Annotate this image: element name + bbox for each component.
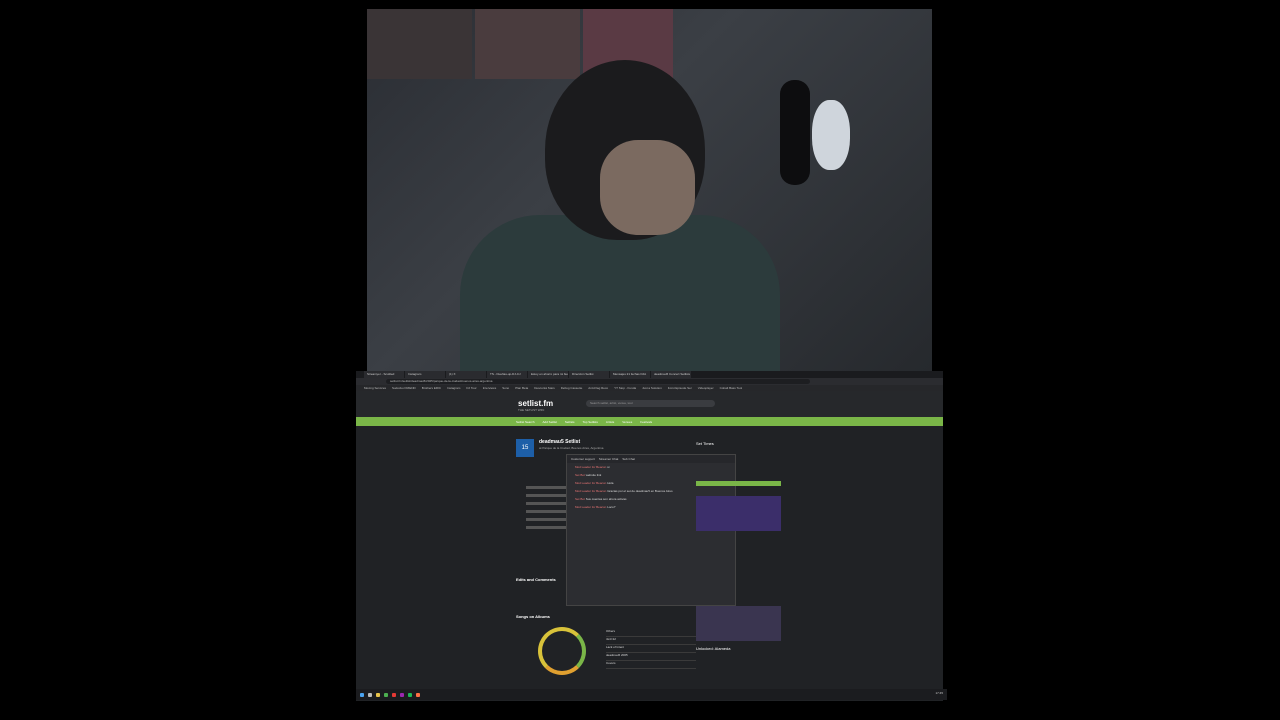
microphone — [780, 80, 810, 185]
bookmark[interactable]: Sudocku FRIEND — [392, 386, 416, 390]
site-header: setlist.fm THE SETLIST WIKI Search setli… — [356, 391, 943, 417]
app-icon[interactable] — [392, 692, 396, 697]
browser-tab[interactable]: TS - Dueñas-up-DJ-CJ — [487, 371, 527, 378]
taskbar-clock: 17:45 — [935, 691, 943, 695]
sidebar-button[interactable] — [696, 481, 781, 486]
songs-on-albums-title: Songs on Albums — [516, 614, 550, 619]
browser-tabbar: Streamyer - Scuttled Instagram (1) X TS … — [356, 371, 943, 378]
nav-item[interactable]: Setlists — [565, 420, 575, 424]
chat-author: Mod Leader for Beacon — [575, 489, 607, 493]
list-item[interactable] — [526, 510, 566, 513]
artist-image[interactable] — [696, 496, 781, 531]
browser-tab[interactable]: deadmau5 Concert Setlists — [651, 371, 691, 378]
setlist-title: deadmau5 Setlist — [539, 439, 581, 445]
streamer-face — [600, 140, 695, 235]
app-icon[interactable] — [384, 692, 388, 697]
chat-author: Mod Leader for Beacon — [575, 465, 607, 469]
video-title[interactable]: Unlocked: Alameda — [696, 646, 781, 651]
bookmark[interactable]: DJ Tour — [466, 386, 476, 390]
site-tagline: THE SETLIST WIKI — [518, 408, 545, 412]
legend-item[interactable]: Covers — [606, 661, 696, 669]
song-list — [526, 481, 566, 534]
set-times-title: Set Times — [696, 441, 714, 446]
app-icon[interactable] — [400, 692, 404, 697]
bookmark[interactable]: Moving Services — [364, 386, 386, 390]
album-legend: Others 4x4=12 Lack of Intent deadmau5 20… — [606, 629, 696, 669]
chat-author: Set Bot — [575, 497, 585, 501]
nav-item[interactable]: Festivals — [640, 420, 652, 424]
bookmark[interactable]: Descontá Stars — [534, 386, 555, 390]
browser-tab[interactable]: Estoy en ahorro para mi bucle — [528, 371, 568, 378]
bookmark[interactable]: Videoplayer — [698, 386, 714, 390]
chat-tab[interactable]: Customer support — [571, 457, 595, 461]
date-badge: 15 — [516, 439, 534, 457]
wall-poster — [367, 9, 472, 79]
legend-item[interactable]: 4x4=12 — [606, 637, 696, 645]
browser-tab[interactable]: Mensajes 21 fechas DJA — [610, 371, 650, 378]
chat-author: Mod Leader for Beacon — [575, 481, 607, 485]
video-thumbnail[interactable] — [696, 606, 781, 641]
app-icon[interactable] — [416, 692, 420, 697]
bookmark[interactable]: Brothers ERIC — [422, 386, 441, 390]
bookmark[interactable]: Cobalt Bass Tool — [720, 386, 742, 390]
browser-tab[interactable]: Dirección Setlist — [569, 371, 609, 378]
bookmark[interactable]: Just a Solution — [642, 386, 662, 390]
app-icon[interactable] — [408, 692, 412, 697]
site-search-input[interactable]: Search setlist, artist, venue, tour — [586, 400, 715, 407]
browser-tab[interactable]: (1) X — [446, 371, 486, 378]
browser-tab[interactable]: Streamyer - Scuttled — [364, 371, 404, 378]
list-item[interactable] — [526, 518, 566, 521]
taskbar: 17:45 — [356, 689, 947, 700]
list-item[interactable] — [526, 486, 566, 489]
chat-text: Gracias por el set de deadmau5 en Buenos… — [607, 489, 673, 493]
nav-item[interactable]: Setlist Search — [516, 420, 535, 424]
legend-item[interactable]: deadmau5 2005 — [606, 653, 696, 661]
legend-item[interactable]: Lack of Intent — [606, 645, 696, 653]
site-navbar: Setlist Search Add Setlist Setlists Top … — [356, 417, 943, 426]
plush-toy — [812, 100, 850, 170]
wall-poster — [475, 9, 580, 79]
chat-author: Set Bot — [575, 473, 585, 477]
nav-item[interactable]: Add Setlist — [543, 420, 557, 424]
bookmark[interactable]: Debug Cassette — [561, 386, 583, 390]
search-icon[interactable] — [368, 692, 372, 697]
bookmark[interactable]: Sono — [502, 386, 509, 390]
browser-tab[interactable]: Instagram — [405, 371, 445, 378]
edits-title: Edits and Comments — [516, 577, 556, 582]
nav-item[interactable]: Top Setlists — [583, 420, 598, 424]
list-item[interactable] — [526, 494, 566, 497]
nav-item[interactable]: Venues — [622, 420, 632, 424]
screen-share: Streamyer - Scuttled Instagram (1) X TS … — [356, 371, 943, 701]
chat-tab[interactable]: Sub Chat — [622, 457, 635, 461]
chat-text: Sus cuentas son ahora activas — [585, 497, 627, 501]
nav-item[interactable]: Artists — [606, 420, 614, 424]
url-input[interactable]: setlist.fm/setlist/deadmau5/2025/parque-… — [386, 379, 810, 384]
folder-icon[interactable] — [376, 692, 380, 697]
start-icon[interactable] — [360, 692, 364, 697]
legend-item[interactable]: Others — [606, 629, 696, 637]
album-donut-chart — [538, 627, 586, 675]
bookmark[interactable]: Anti-Flag Reco — [588, 386, 608, 390]
chat-author: Mod Leader for Beacon — [575, 505, 607, 509]
bookmark[interactable]: Forst Episode Ser — [668, 386, 692, 390]
chat-text: Hola — [607, 481, 614, 485]
list-item[interactable] — [526, 526, 566, 529]
setlist-subtitle[interactable]: at Parque de la Ciudad, Buenos Aires, Ar… — [539, 446, 603, 450]
address-bar: setlist.fm/setlist/deadmau5/2025/parque-… — [356, 378, 943, 385]
chat-text: si — [607, 465, 610, 469]
bookmark[interactable]: Plan Beta — [515, 386, 528, 390]
bookmark[interactable]: Instagram — [447, 386, 460, 390]
site-logo[interactable]: setlist.fm — [518, 399, 553, 408]
chat-text: website link — [585, 473, 602, 477]
list-item[interactable] — [526, 502, 566, 505]
bookmark[interactable]: YT Stop - Funda — [614, 386, 636, 390]
bookmark[interactable]: Interviews — [483, 386, 497, 390]
right-sidebar: Set Times Unlocked: Alameda — [696, 441, 781, 651]
chat-text: Loco? — [607, 505, 616, 509]
chat-tab[interactable]: Streamer Chat — [599, 457, 619, 461]
